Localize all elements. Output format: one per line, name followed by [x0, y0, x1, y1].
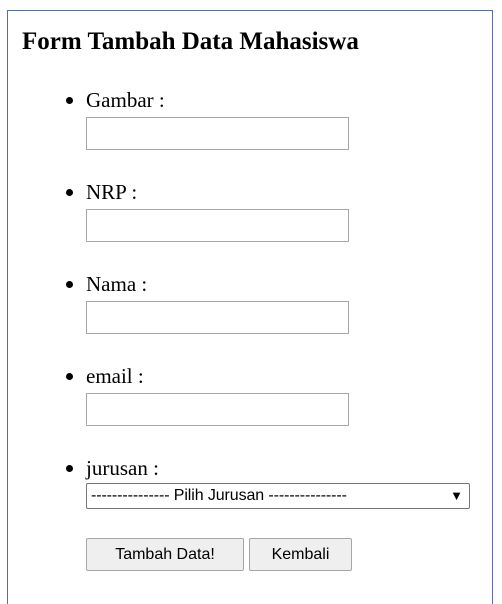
jurusan-select-value: --------------- Pilih Jurusan ----------…	[91, 487, 347, 504]
email-input[interactable]	[86, 393, 349, 426]
bullet-icon	[66, 281, 73, 288]
tambah-data-button[interactable]: Tambah Data!	[86, 538, 244, 571]
bullet-icon	[66, 373, 73, 380]
nrp-input[interactable]	[86, 209, 349, 242]
kembali-button[interactable]: Kembali	[249, 538, 352, 571]
bullet-icon	[66, 189, 73, 196]
gambar-input[interactable]	[86, 117, 349, 150]
dropdown-arrow-icon: ▼	[450, 488, 463, 503]
bullet-icon	[66, 97, 73, 104]
bullet-icon	[66, 465, 73, 472]
nama-input[interactable]	[86, 301, 349, 334]
field-label-nama: Nama :	[86, 272, 148, 296]
field-label-email: email :	[86, 364, 144, 388]
jurusan-select[interactable]: --------------- Pilih Jurusan ----------…	[86, 483, 470, 509]
field-label-nrp: NRP :	[86, 180, 138, 204]
field-label-gambar: Gambar :	[86, 88, 165, 112]
field-label-jurusan: jurusan :	[86, 456, 159, 480]
page-title: Form Tambah Data Mahasiswa	[22, 28, 359, 55]
